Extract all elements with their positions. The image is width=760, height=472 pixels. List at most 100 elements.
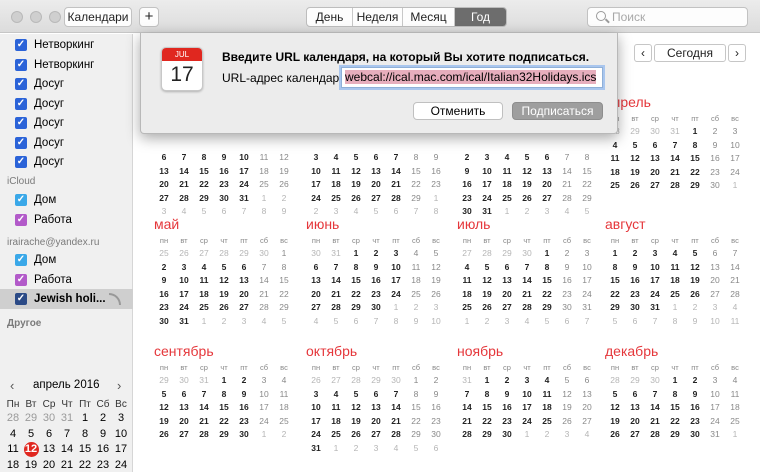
- day-cell[interactable]: 5: [346, 152, 366, 166]
- day-cell[interactable]: 2: [274, 193, 294, 207]
- day-cell[interactable]: 26: [426, 289, 446, 303]
- mini-day-today[interactable]: 12: [23, 442, 39, 457]
- day-cell[interactable]: 21: [457, 416, 477, 430]
- day-cell[interactable]: 23: [685, 416, 705, 430]
- day-cell[interactable]: 17: [386, 275, 406, 289]
- day-cell[interactable]: 22: [605, 289, 625, 303]
- day-cell[interactable]: 10: [705, 389, 725, 403]
- mini-day[interactable]: 10: [112, 427, 130, 442]
- day-cell[interactable]: 1: [665, 375, 685, 389]
- day-cell[interactable]: 29: [497, 248, 517, 262]
- day-cell[interactable]: 21: [725, 275, 745, 289]
- day-cell[interactable]: 9: [625, 262, 645, 276]
- day-cell[interactable]: 19: [346, 416, 366, 430]
- mini-day[interactable]: 31: [58, 411, 76, 426]
- mini-day[interactable]: 30: [40, 411, 58, 426]
- day-cell[interactable]: 23: [705, 167, 725, 181]
- day-cell[interactable]: 28: [214, 248, 234, 262]
- day-cell[interactable]: 11: [497, 166, 517, 180]
- day-cell[interactable]: 1: [214, 375, 234, 389]
- day-cell[interactable]: 10: [386, 262, 406, 276]
- day-cell[interactable]: 29: [406, 193, 426, 207]
- day-cell[interactable]: 27: [234, 302, 254, 316]
- day-cell[interactable]: 3: [386, 248, 406, 262]
- day-cell[interactable]: 30: [645, 126, 665, 140]
- day-cell[interactable]: 15: [577, 166, 597, 180]
- day-cell[interactable]: 4: [386, 443, 406, 457]
- day-cell[interactable]: 15: [477, 402, 497, 416]
- day-cell[interactable]: 28: [517, 302, 537, 316]
- day-cell[interactable]: 10: [306, 402, 326, 416]
- day-cell[interactable]: 4: [725, 302, 745, 316]
- tab-week[interactable]: Неделя: [353, 8, 403, 26]
- day-cell[interactable]: 14: [725, 262, 745, 276]
- day-cell[interactable]: 10: [174, 275, 194, 289]
- day-cell[interactable]: 12: [625, 153, 645, 167]
- day-cell[interactable]: 11: [725, 389, 745, 403]
- day-cell[interactable]: 29: [665, 429, 685, 443]
- day-cell[interactable]: 8: [685, 140, 705, 154]
- day-cell[interactable]: 6: [174, 389, 194, 403]
- tab-day[interactable]: День: [307, 8, 353, 26]
- day-cell[interactable]: 23: [625, 289, 645, 303]
- day-cell[interactable]: 7: [386, 152, 406, 166]
- day-cell[interactable]: 4: [326, 389, 346, 403]
- day-cell[interactable]: 19: [557, 402, 577, 416]
- mini-day[interactable]: 16: [94, 442, 112, 457]
- day-cell[interactable]: 1: [725, 180, 745, 194]
- day-cell[interactable]: 20: [497, 289, 517, 303]
- day-cell[interactable]: 1: [665, 302, 685, 316]
- day-cell[interactable]: 11: [194, 275, 214, 289]
- day-cell[interactable]: 1: [346, 248, 366, 262]
- day-cell[interactable]: 22: [346, 289, 366, 303]
- checkbox-checked-icon[interactable]: ✓: [15, 156, 27, 168]
- day-cell[interactable]: 3: [725, 126, 745, 140]
- day-cell[interactable]: 8: [577, 152, 597, 166]
- day-cell[interactable]: 7: [577, 316, 597, 330]
- day-cell[interactable]: 22: [274, 289, 294, 303]
- day-cell[interactable]: 19: [274, 166, 294, 180]
- day-cell[interactable]: 31: [326, 248, 346, 262]
- day-cell[interactable]: 17: [517, 402, 537, 416]
- day-cell[interactable]: 26: [477, 302, 497, 316]
- day-cell[interactable]: 20: [577, 402, 597, 416]
- calendar-item[interactable]: ✓ Нетворкинг: [0, 55, 133, 75]
- day-cell[interactable]: 6: [426, 443, 446, 457]
- day-cell[interactable]: 20: [154, 179, 174, 193]
- day-cell[interactable]: 13: [497, 275, 517, 289]
- cancel-button[interactable]: Отменить: [413, 102, 503, 120]
- day-cell[interactable]: 25: [406, 289, 426, 303]
- day-cell[interactable]: 27: [625, 429, 645, 443]
- day-cell[interactable]: 24: [577, 289, 597, 303]
- day-cell[interactable]: 29: [605, 302, 625, 316]
- day-cell[interactable]: 12: [214, 275, 234, 289]
- day-cell[interactable]: 7: [665, 140, 685, 154]
- day-cell[interactable]: 26: [174, 248, 194, 262]
- day-cell[interactable]: 2: [214, 316, 234, 330]
- day-cell[interactable]: 28: [386, 429, 406, 443]
- day-cell[interactable]: 6: [625, 316, 645, 330]
- day-cell[interactable]: 8: [477, 389, 497, 403]
- day-cell[interactable]: 28: [665, 180, 685, 194]
- day-cell[interactable]: 12: [557, 389, 577, 403]
- day-cell[interactable]: 28: [645, 429, 665, 443]
- day-cell[interactable]: 25: [497, 193, 517, 207]
- checkbox-checked-icon[interactable]: ✓: [15, 39, 27, 51]
- day-cell[interactable]: 15: [346, 275, 366, 289]
- day-cell[interactable]: 25: [537, 416, 557, 430]
- day-cell[interactable]: 16: [497, 402, 517, 416]
- day-cell[interactable]: 27: [577, 416, 597, 430]
- day-cell[interactable]: 9: [234, 389, 254, 403]
- checkbox-checked-icon[interactable]: ✓: [15, 254, 27, 266]
- search-input[interactable]: Поиск: [587, 7, 748, 27]
- day-cell[interactable]: 25: [605, 180, 625, 194]
- day-cell[interactable]: 24: [306, 429, 326, 443]
- day-cell[interactable]: 4: [497, 152, 517, 166]
- day-cell[interactable]: 24: [234, 179, 254, 193]
- day-cell[interactable]: 14: [457, 402, 477, 416]
- day-cell[interactable]: 30: [497, 429, 517, 443]
- day-cell[interactable]: 30: [366, 302, 386, 316]
- day-cell[interactable]: 18: [457, 289, 477, 303]
- day-cell[interactable]: 26: [346, 429, 366, 443]
- day-cell[interactable]: 7: [517, 262, 537, 276]
